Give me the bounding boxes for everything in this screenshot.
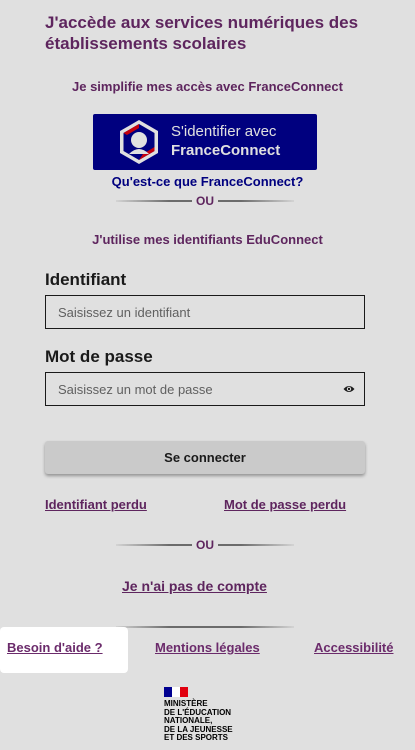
no-account-link[interactable]: Je n'ai pas de compte xyxy=(122,578,267,594)
footer-divider xyxy=(116,626,294,628)
educonnect-heading: J'utilise mes identifiants EduConnect xyxy=(92,232,323,247)
identifiant-input[interactable] xyxy=(45,295,365,329)
republique-francaise-flag-icon xyxy=(164,687,188,697)
separator-top: OU xyxy=(116,194,294,208)
identifiant-label: Identifiant xyxy=(45,270,127,289)
separator-label: OU xyxy=(192,194,218,208)
login-button[interactable]: Se connecter xyxy=(45,441,365,474)
help-link[interactable]: Besoin d'aide ? xyxy=(7,640,103,655)
page-title: J'accède aux services numériques des éta… xyxy=(45,13,359,53)
legal-notice-link[interactable]: Mentions légales xyxy=(155,640,260,655)
accessibility-link[interactable]: Accessibilité xyxy=(314,640,394,655)
franceconnect-logo-icon xyxy=(120,120,158,164)
franceconnect-button[interactable]: S'identifier avec FranceConnect xyxy=(93,114,317,170)
lost-password-link[interactable]: Mot de passe perdu xyxy=(224,497,346,512)
franceconnect-heading: Je simplifie mes accès avec FranceConnec… xyxy=(72,79,343,94)
password-input[interactable] xyxy=(45,372,365,406)
separator-middle: OU xyxy=(116,538,294,552)
franceconnect-button-line2: FranceConnect xyxy=(171,142,281,159)
what-is-franceconnect-link[interactable]: Qu'est-ce que FranceConnect? xyxy=(0,174,415,189)
show-password-icon[interactable] xyxy=(343,383,355,395)
franceconnect-button-line1: S'identifier avec xyxy=(171,123,277,140)
separator-label-2: OU xyxy=(192,538,218,552)
ministry-logo: MINISTÈRE DE L'ÉDUCATION NATIONALE, DE L… xyxy=(164,699,233,742)
password-label: Mot de passe xyxy=(45,347,153,366)
lost-identifiant-link[interactable]: Identifiant perdu xyxy=(45,497,147,512)
